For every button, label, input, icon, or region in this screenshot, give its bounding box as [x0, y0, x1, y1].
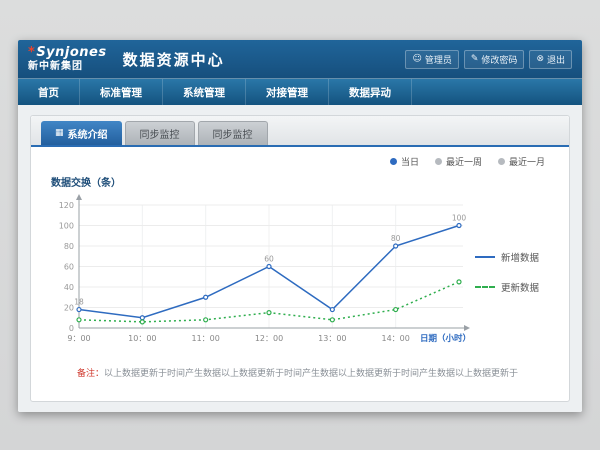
- svg-text:80: 80: [64, 242, 74, 251]
- svg-text:日期（小时）: 日期（小时）: [420, 333, 471, 344]
- y-axis-title: 数据交换（条）: [51, 174, 569, 189]
- logo: *Synjones 新中新集团: [28, 46, 107, 72]
- nav-item-data-change[interactable]: 数据异动: [329, 79, 412, 105]
- legend-today-dot-icon: [390, 158, 397, 165]
- dotted-line-icon: [475, 286, 495, 288]
- logo-subtitle: 新中新集团: [28, 62, 107, 72]
- svg-text:18: 18: [74, 298, 84, 307]
- svg-text:40: 40: [64, 283, 74, 292]
- legend-today[interactable]: 当日: [390, 155, 419, 168]
- legend-last-week[interactable]: 最近一周: [435, 155, 482, 168]
- solid-line-icon: [475, 256, 495, 258]
- main-card: ▦ 系统介绍 同步监控 同步监控 当日 最近一周: [30, 115, 570, 402]
- tab-system-intro[interactable]: ▦ 系统介绍: [41, 121, 122, 145]
- svg-text:14：00: 14：00: [381, 334, 409, 343]
- svg-text:13：00: 13：00: [318, 334, 346, 343]
- admin-user-label: 管理员: [425, 53, 452, 66]
- svg-text:80: 80: [391, 234, 401, 243]
- nav-item-home[interactable]: 首页: [18, 79, 80, 105]
- svg-text:10：00: 10：00: [128, 334, 156, 343]
- app-header: *Synjones 新中新集团 数据资源中心 ☺ 管理员 ✎ 修改密码 ⊗ 退出: [18, 40, 582, 78]
- svg-text:60: 60: [264, 255, 274, 264]
- legend-last-month-label: 最近一月: [509, 155, 545, 168]
- tab-sync-monitor-1[interactable]: 同步监控: [125, 121, 195, 145]
- logout-label: 退出: [547, 53, 565, 66]
- svg-text:9：00: 9：00: [67, 334, 90, 343]
- admin-user-button[interactable]: ☺ 管理员: [405, 50, 458, 69]
- svg-text:60: 60: [64, 263, 74, 272]
- app-window: *Synjones 新中新集团 数据资源中心 ☺ 管理员 ✎ 修改密码 ⊗ 退出…: [18, 40, 582, 412]
- exchange-line-chart: 0 20 40 60 80 100 120 9：00 10：00 11：00 12：00 13：00 1…: [43, 189, 473, 354]
- svg-text:0: 0: [69, 324, 74, 333]
- logo-wordmark: Synjones: [36, 45, 106, 60]
- period-legend: 当日 最近一周 最近一月: [31, 147, 569, 168]
- content-area: ▦ 系统介绍 同步监控 同步监控 当日 最近一周: [18, 105, 582, 412]
- series-legend-label: 新增数据: [501, 250, 539, 264]
- series-legend-item[interactable]: 新增数据: [475, 250, 567, 264]
- nav-item-standard-mgmt[interactable]: 标准管理: [80, 79, 163, 105]
- svg-text:11：00: 11：00: [191, 334, 219, 343]
- legend-today-label: 当日: [401, 155, 419, 168]
- tab-bar: ▦ 系统介绍 同步监控 同步监控: [31, 116, 569, 147]
- svg-text:120: 120: [59, 201, 74, 210]
- nav-item-system-mgmt[interactable]: 系统管理: [163, 79, 246, 105]
- svg-text:100: 100: [59, 222, 74, 231]
- change-password-button[interactable]: ✎ 修改密码: [464, 50, 525, 69]
- footnote: 备注：以上数据更新于时间产生数据以上数据更新于时间产生数据以上数据更新于时间产生…: [31, 354, 569, 382]
- svg-text:100: 100: [452, 214, 467, 223]
- tab-sync-monitor-2[interactable]: 同步监控: [198, 121, 268, 145]
- tab-sync-monitor-2-label: 同步监控: [213, 126, 253, 141]
- series-legend: 新增数据更新数据: [473, 250, 567, 294]
- grid-icon: ▦: [55, 129, 64, 138]
- legend-last-week-label: 最近一周: [446, 155, 482, 168]
- series-legend-label: 更新数据: [501, 280, 539, 294]
- tab-system-intro-label: 系统介绍: [68, 126, 108, 141]
- change-password-label: 修改密码: [481, 53, 517, 66]
- legend-last-month[interactable]: 最近一月: [498, 155, 545, 168]
- nav-item-interface-mgmt[interactable]: 对接管理: [246, 79, 329, 105]
- footnote-text: 以上数据更新于时间产生数据以上数据更新于时间产生数据以上数据更新于时间产生数据以…: [104, 369, 518, 379]
- main-nav: 首页 标准管理 系统管理 对接管理 数据异动: [18, 78, 582, 105]
- tab-sync-monitor-1-label: 同步监控: [140, 126, 180, 141]
- series-legend-item[interactable]: 更新数据: [475, 280, 567, 294]
- power-icon: ⊗: [536, 55, 544, 64]
- logo-star-icon: *: [28, 45, 35, 60]
- legend-last-week-dot-icon: [435, 158, 442, 165]
- legend-last-month-dot-icon: [498, 158, 505, 165]
- page-title: 数据资源中心: [123, 49, 225, 70]
- footnote-prefix: 备注：: [77, 369, 104, 379]
- header-actions: ☺ 管理员 ✎ 修改密码 ⊗ 退出: [405, 50, 572, 69]
- svg-text:20: 20: [64, 304, 74, 313]
- pencil-icon: ✎: [471, 55, 479, 64]
- svg-text:12：00: 12：00: [255, 334, 283, 343]
- user-icon: ☺: [412, 55, 421, 64]
- logo-text: *Synjones: [28, 46, 107, 59]
- logout-button[interactable]: ⊗ 退出: [529, 50, 572, 69]
- chart-container: 0 20 40 60 80 100 120 9：00 10：00 11：00 12：00 13：00 1…: [31, 189, 569, 354]
